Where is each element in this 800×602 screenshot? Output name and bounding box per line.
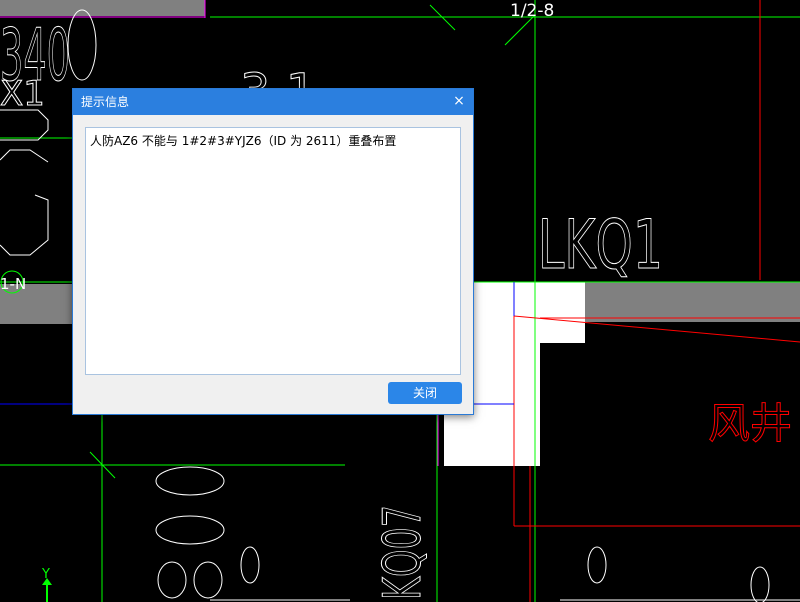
stair-shape-left bbox=[0, 109, 49, 141]
oval-shape-2 bbox=[155, 515, 225, 545]
close-button[interactable]: 关闭 bbox=[388, 382, 462, 404]
oval-shape-6 bbox=[587, 546, 607, 584]
oval-shape-7 bbox=[750, 566, 770, 602]
label-vertical-kq: KQ07 bbox=[373, 505, 433, 600]
dialog-titlebar[interactable]: 提示信息 × bbox=[73, 89, 473, 115]
axis-label-top: 1/2-8 bbox=[510, 1, 554, 21]
label-y-axis: Y bbox=[41, 567, 50, 582]
label-lkq: LKQ1 bbox=[538, 206, 663, 285]
oval-shape-8 bbox=[67, 9, 97, 81]
dialog-message-box[interactable]: 人防AZ6 不能与 1#2#3#YJZ6（ID 为 2611）重叠布置 bbox=[85, 127, 461, 375]
dialog-title: 提示信息 bbox=[81, 95, 130, 109]
oval-shape-5 bbox=[240, 546, 260, 584]
label-fengjing: 风井 bbox=[708, 399, 792, 448]
label-small-left: X1 bbox=[0, 74, 45, 114]
oval-shape-1 bbox=[155, 466, 225, 496]
close-icon[interactable]: × bbox=[451, 93, 467, 109]
gray-wall-right bbox=[585, 282, 800, 322]
oval-shape-3 bbox=[157, 561, 187, 599]
axis-label-left: 1-N bbox=[0, 275, 26, 293]
oval-shape-4 bbox=[193, 561, 223, 599]
alert-dialog[interactable]: 提示信息 × 人防AZ6 不能与 1#2#3#YJZ6（ID 为 2611）重叠… bbox=[72, 88, 474, 415]
c-shape-left bbox=[0, 149, 49, 256]
dialog-message-text: 人防AZ6 不能与 1#2#3#YJZ6（ID 为 2611）重叠布置 bbox=[90, 134, 397, 148]
